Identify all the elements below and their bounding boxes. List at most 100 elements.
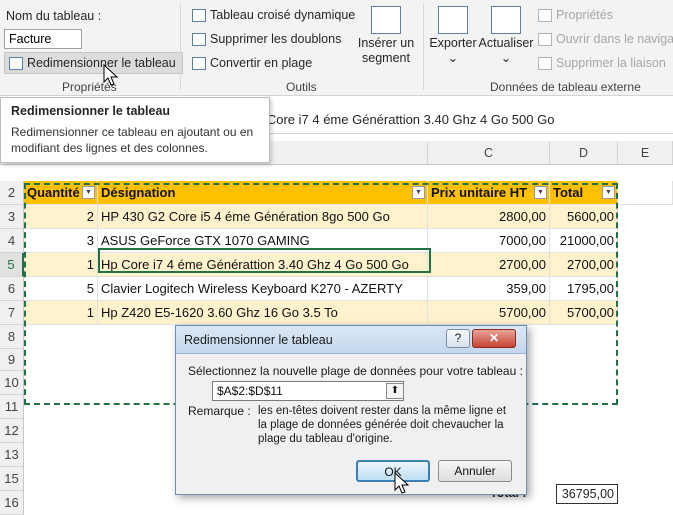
column-header-e[interactable]: E — [618, 141, 673, 165]
cell-unit-price[interactable]: 5700,00 — [428, 301, 550, 325]
properties-icon — [538, 8, 552, 22]
row-header[interactable]: 16 — [0, 491, 24, 515]
convert-to-range-icon — [192, 56, 206, 70]
cell-total[interactable]: 1795,00 — [550, 277, 618, 301]
header-cell-prix[interactable]: Prix unitaire HT ▼ — [428, 181, 550, 205]
table-name-input[interactable] — [4, 29, 82, 49]
table-name-label: Nom du tableau : — [6, 9, 102, 23]
cell-total[interactable]: 2700,00 — [550, 253, 618, 277]
column-header-c[interactable]: C — [428, 141, 550, 165]
cell-quantity[interactable]: 1 — [24, 253, 98, 277]
export-button[interactable]: Exporter ⌄ — [428, 6, 478, 66]
header-cell-quantite[interactable]: Quantité ▼ — [24, 181, 98, 205]
row-header[interactable]: 9 — [0, 349, 24, 371]
open-in-browser-button[interactable]: Ouvrir dans le navigate — [538, 32, 673, 46]
row-header[interactable]: 12 — [0, 419, 24, 443]
row-header[interactable]: 7 — [0, 301, 24, 325]
resize-table-dialog: Redimensionner le tableau ? ✕ Sélectionn… — [175, 325, 527, 495]
row-header[interactable]: 3 — [0, 205, 24, 229]
properties-button[interactable]: Propriétés — [538, 8, 613, 22]
cell-quantity[interactable]: 2 — [24, 205, 98, 229]
grand-total-cell[interactable]: 36795,00 — [556, 484, 618, 504]
cell-total[interactable]: 5600,00 — [550, 205, 618, 229]
mouse-pointer-icon — [394, 472, 410, 494]
cell-unit-price[interactable]: 7000,00 — [428, 229, 550, 253]
column-header-d[interactable]: D — [550, 141, 618, 165]
tooltip-body: Redimensionner ce tableau en ajoutant ou… — [11, 125, 254, 155]
row-header[interactable]: 10 — [0, 371, 24, 395]
cell-designation[interactable]: HP 430 G2 Core i5 4 éme Génération 8go 5… — [98, 205, 428, 229]
group-label-tools: Outils — [286, 80, 317, 94]
cell[interactable] — [618, 181, 673, 205]
header-label: Quantité — [27, 185, 80, 200]
refresh-button[interactable]: Actualiser ⌄ — [478, 6, 534, 66]
remove-duplicates-label: Supprimer les doublons — [210, 32, 342, 46]
insert-slicer-label-2: segment — [362, 51, 410, 65]
range-prompt-label: Sélectionnez la nouvelle plage de donnée… — [188, 364, 523, 378]
chevron-down-icon: ⌄ — [447, 51, 459, 65]
collapse-dialog-icon[interactable]: ⬆ — [386, 383, 404, 399]
cell-unit-price[interactable]: 359,00 — [428, 277, 550, 301]
cell-total[interactable]: 21000,00 — [550, 229, 618, 253]
filter-dropdown-icon[interactable]: ▼ — [534, 186, 547, 199]
tooltip-title: Redimensionner le tableau — [11, 104, 171, 118]
cell-unit-price[interactable]: 2700,00 — [428, 253, 550, 277]
remove-duplicates-button[interactable]: Supprimer les doublons — [192, 32, 341, 46]
header-label: Total — [553, 185, 584, 200]
remark-label: Remarque : — [188, 404, 251, 418]
convert-to-range-label: Convertir en plage — [210, 56, 313, 70]
header-cell-designation[interactable]: Désignation ▼ — [98, 181, 428, 205]
row-header[interactable]: 13 — [0, 443, 24, 467]
filter-dropdown-icon[interactable]: ▼ — [602, 186, 615, 199]
unlink-icon — [538, 56, 552, 70]
cell-unit-price[interactable]: 2800,00 — [428, 205, 550, 229]
dialog-titlebar[interactable]: Redimensionner le tableau ? ✕ — [176, 326, 526, 354]
cell-quantity[interactable]: 1 — [24, 301, 98, 325]
row-header[interactable]: 4 — [0, 229, 24, 253]
row-header[interactable]: 6 — [0, 277, 24, 301]
filter-dropdown-icon[interactable]: ▼ — [412, 186, 425, 199]
group-label-external: Données de tableau externe — [490, 80, 641, 94]
cell-designation[interactable]: Hp Z420 E5-1620 3.60 Ghz 16 Go 3.5 To — [98, 301, 428, 325]
resize-table-icon — [9, 56, 23, 70]
pivot-table-button[interactable]: Tableau croisé dynamique — [192, 8, 355, 22]
dialog-title: Redimensionner le tableau — [184, 333, 333, 347]
refresh-icon — [491, 6, 521, 34]
cancel-button[interactable]: Annuler — [438, 460, 512, 482]
tooltip: Redimensionner le tableau Redimensionner… — [0, 97, 270, 163]
table-row: 2 HP 430 G2 Core i5 4 éme Génération 8go… — [24, 205, 673, 229]
insert-slicer-button[interactable]: Insérer un segment — [354, 6, 418, 66]
row-header[interactable]: 8 — [0, 325, 24, 349]
cell-quantity[interactable]: 5 — [24, 277, 98, 301]
export-label: Exporter — [429, 36, 477, 50]
row-header[interactable]: 2 — [0, 181, 24, 205]
remark-text: les en-têtes doivent rester dans la même… — [258, 405, 507, 445]
insert-slicer-label-1: Insérer un — [357, 36, 415, 50]
range-input[interactable] — [212, 381, 404, 401]
slicer-icon — [371, 6, 401, 34]
cell-quantity[interactable]: 3 — [24, 229, 98, 253]
row-header[interactable]: 11 — [0, 395, 24, 419]
ribbon-separator — [180, 4, 181, 90]
help-button[interactable]: ? — [446, 329, 470, 348]
row-header-selected[interactable]: 5 — [0, 253, 24, 277]
export-icon — [438, 6, 468, 34]
row-header[interactable]: 15 — [0, 467, 24, 491]
table-row: 1 Hp Z420 E5-1620 3.60 Ghz 16 Go 3.5 To … — [24, 301, 673, 325]
cell-total[interactable]: 5700,00 — [550, 301, 618, 325]
ok-button[interactable]: OK — [356, 460, 430, 482]
cell-designation[interactable]: Clavier Logitech Wireless Keyboard K270 … — [98, 277, 428, 301]
formula-bar-content: o Core i7 4 éme Générattion 3.40 Ghz 4 G… — [256, 112, 555, 127]
active-cell-border — [98, 248, 431, 273]
unlink-label: Supprimer la liaison — [556, 56, 666, 70]
close-button[interactable]: ✕ — [472, 329, 516, 348]
header-cell-total[interactable]: Total ▼ — [550, 181, 618, 205]
unlink-button[interactable]: Supprimer la liaison — [538, 56, 666, 70]
open-in-browser-icon — [538, 32, 552, 46]
pivot-table-icon — [192, 8, 206, 22]
filter-dropdown-icon[interactable]: ▼ — [82, 186, 95, 199]
convert-to-range-button[interactable]: Convertir en plage — [192, 56, 312, 70]
table-header-row: Quantité ▼ Désignation ▼ Prix unitaire H… — [24, 181, 673, 205]
table-row: 5 Clavier Logitech Wireless Keyboard K27… — [24, 277, 673, 301]
resize-table-button[interactable]: Redimensionner le tableau — [4, 52, 183, 74]
